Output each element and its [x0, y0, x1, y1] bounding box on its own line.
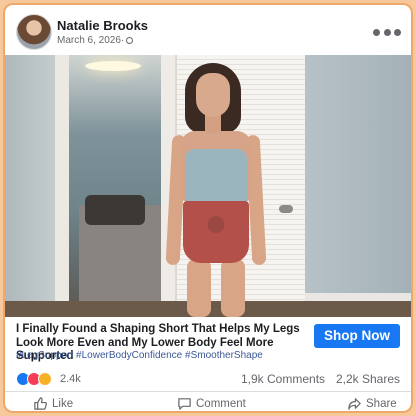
comments-count[interactable]: 1,9k Comments	[241, 372, 325, 386]
reaction-count[interactable]: 2.4k	[60, 373, 81, 385]
globe-icon	[126, 36, 134, 44]
avatar[interactable]	[16, 14, 52, 50]
post-date[interactable]: March 6, 2026·	[57, 35, 134, 46]
model-figure	[163, 63, 273, 317]
share-arrow-icon	[348, 398, 361, 410]
ad-cta-bar: I Finally Found a Shaping Short That Hel…	[5, 317, 411, 367]
comment-button[interactable]: Comment	[177, 396, 246, 411]
hashtags[interactable]: #LegSupport #LowerBodyConfidence #Smooth…	[16, 350, 263, 361]
like-button[interactable]: Like	[33, 396, 73, 411]
post-photo[interactable]	[5, 55, 411, 317]
action-bar: Like Comment Share	[5, 391, 411, 411]
comment-label: Comment	[196, 397, 246, 410]
post-card: Natalie Brooks March 6, 2026· I Finally …	[3, 3, 413, 413]
like-label: Like	[52, 397, 74, 410]
thumbs-up-icon	[34, 397, 47, 410]
shop-now-button[interactable]: Shop Now	[314, 324, 400, 348]
shares-count[interactable]: 2,2k Shares	[336, 372, 400, 386]
author-name[interactable]: Natalie Brooks	[57, 18, 148, 33]
more-options-button[interactable]	[373, 27, 401, 37]
share-button[interactable]: Share	[347, 396, 397, 411]
date-text: March 6, 2026	[57, 35, 121, 46]
reaction-icons[interactable]	[16, 372, 52, 386]
engagement-stats: 2.4k 1,9k Comments 2,2k Shares	[5, 367, 411, 391]
haha-reaction-icon	[38, 372, 52, 386]
more-dots-icon	[373, 28, 380, 36]
share-label: Share	[366, 397, 397, 410]
date-separator: ·	[120, 35, 125, 46]
post-header: Natalie Brooks March 6, 2026·	[5, 5, 411, 55]
speech-bubble-icon	[178, 398, 191, 410]
